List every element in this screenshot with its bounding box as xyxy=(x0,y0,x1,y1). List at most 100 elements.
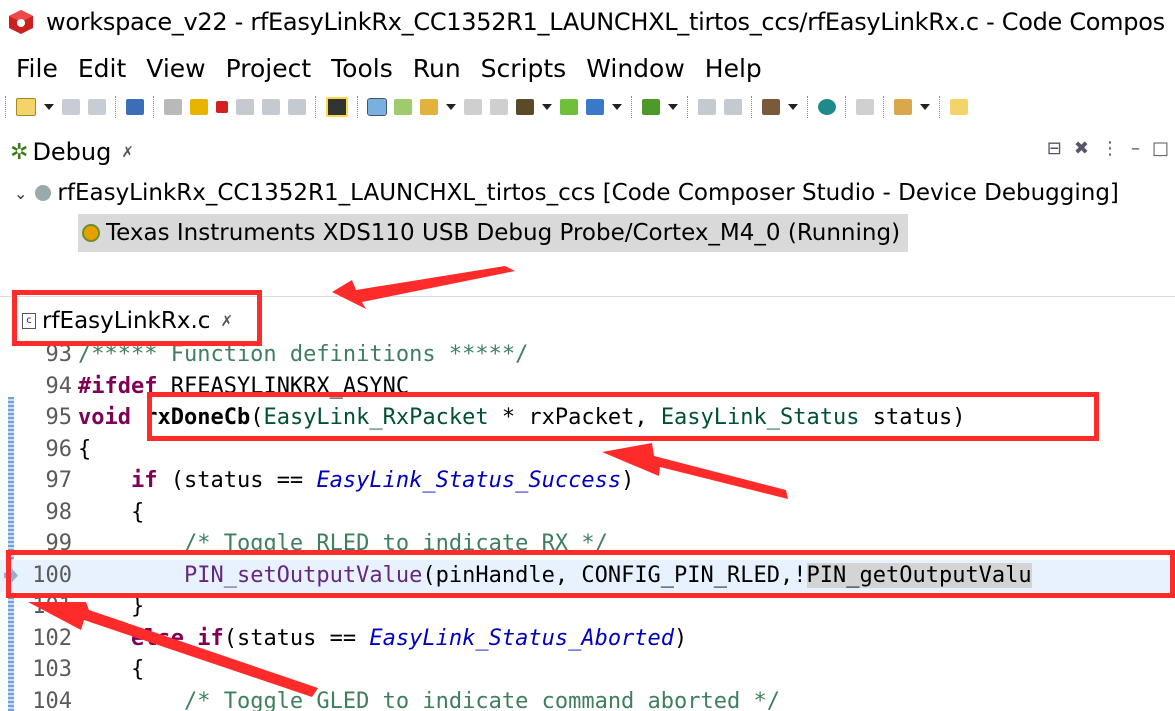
running-thread-icon xyxy=(82,224,100,242)
step-into-asm-icon[interactable] xyxy=(698,99,716,115)
remove-terminated-icon[interactable]: ✖ xyxy=(1074,138,1089,159)
line-number: 94 xyxy=(45,373,73,399)
tree-node-project[interactable]: ⌄ rfEasyLinkRx_CC1352R1_LAUNCHXL_tirtos_… xyxy=(14,180,1119,206)
code-line[interactable]: 95 void rxDoneCb(EasyLink_RxPacket * rxPa… xyxy=(0,402,1175,434)
step-into-icon[interactable] xyxy=(236,99,254,115)
maximize-icon[interactable]: □ xyxy=(1152,138,1169,159)
save-icon[interactable] xyxy=(62,99,80,115)
project-node-label: rfEasyLinkRx_CC1352R1_LAUNCHXL_tirtos_cc… xyxy=(57,180,1119,206)
menu-run[interactable]: Run xyxy=(413,54,461,83)
code-text: /* Toggle GLED to indicate command abort… xyxy=(78,686,780,711)
toolbar-separator xyxy=(357,96,359,118)
code-text: if (status == EasyLink_Status_Success) xyxy=(78,465,634,497)
save-all-icon[interactable] xyxy=(88,99,106,115)
search-icon[interactable] xyxy=(818,99,836,115)
code-line[interactable]: 104 /* Toggle GLED to indicate command a… xyxy=(0,686,1175,711)
new-dropdown-icon[interactable] xyxy=(44,104,54,110)
connect-icon[interactable] xyxy=(586,99,604,115)
code-line[interactable]: 93/***** Function definitions *****/ xyxy=(0,342,1175,371)
flash-icon[interactable] xyxy=(516,99,534,115)
code-token: #ifdef xyxy=(78,373,158,399)
editor-tab-rfeasylinkrx[interactable]: c rfEasyLinkRx.c ✗ xyxy=(14,301,234,341)
menu-view[interactable]: View xyxy=(146,54,205,83)
code-token: PIN_setOutputValue xyxy=(183,562,423,588)
menu-scripts[interactable]: Scripts xyxy=(481,54,567,83)
expand-chevron-icon[interactable]: ⌄ xyxy=(14,184,27,203)
resume-icon[interactable] xyxy=(164,99,182,115)
debug-bug-icon: ✲ xyxy=(10,139,29,165)
code-token: PIN_getOutputValu xyxy=(806,562,1032,588)
menu-help[interactable]: Help xyxy=(705,54,762,83)
menu-window[interactable]: Window xyxy=(586,54,685,83)
ccs-app-icon xyxy=(9,10,33,34)
console-icon[interactable] xyxy=(856,99,874,115)
new-icon[interactable] xyxy=(16,98,36,116)
flash-dropdown-icon[interactable] xyxy=(542,104,552,110)
tree-node-probe[interactable]: Texas Instruments XDS110 USB Debug Probe… xyxy=(78,214,909,252)
pen-dropdown-icon[interactable] xyxy=(920,104,930,110)
build-hammer-icon[interactable] xyxy=(762,99,780,115)
code-token: ) xyxy=(621,468,635,493)
debug-dropdown-icon[interactable] xyxy=(668,104,678,110)
menu-bar: File Edit View Project Tools Run Scripts Window… xyxy=(0,50,766,86)
code-token: /* Toggle GLED to indicate command abort… xyxy=(183,688,780,711)
code-token: /* Toggle RLED to indicate RX */ xyxy=(183,531,608,556)
code-token: { xyxy=(78,436,92,462)
terminate-icon[interactable] xyxy=(216,101,228,113)
suspend-icon[interactable] xyxy=(190,99,208,115)
toolbar-separator xyxy=(883,96,885,118)
step-over-icon[interactable] xyxy=(262,99,280,115)
code-line[interactable]: 103 { xyxy=(0,654,1175,686)
minimize-icon[interactable]: – xyxy=(1131,138,1140,159)
toolbar-separator xyxy=(5,96,7,118)
remove-breakpoints-icon[interactable] xyxy=(490,99,508,115)
code-token: EasyLink_Status_Success xyxy=(316,468,622,493)
register-view-icon[interactable] xyxy=(367,98,387,116)
menu-tools[interactable]: Tools xyxy=(331,54,393,83)
code-token: EasyLink_Status_Aborted xyxy=(369,625,675,651)
code-line[interactable]: 96{ xyxy=(0,434,1175,466)
build-dropdown-icon[interactable] xyxy=(788,104,798,110)
memory-grid-icon[interactable] xyxy=(326,97,348,117)
close-icon[interactable]: ✗ xyxy=(121,143,134,161)
menu-file[interactable]: File xyxy=(16,54,58,83)
debug-view: ✲ Debug ✗ ⊟ ✖ ⋮ – □ ⌄ rfEasyLinkRx_CC135… xyxy=(0,128,1175,292)
collapse-all-icon[interactable]: ⊟ xyxy=(1047,138,1062,159)
toolbar-separator xyxy=(845,96,847,118)
skip-breakpoints-icon[interactable] xyxy=(464,99,482,115)
view-menu-icon[interactable]: ⋮ xyxy=(1101,138,1119,159)
step-return-icon[interactable] xyxy=(288,99,306,115)
new-file-icon[interactable] xyxy=(950,99,968,115)
breakpoint-tool-icon[interactable] xyxy=(394,99,412,115)
code-line[interactable]: 97 if (status == EasyLink_Status_Success… xyxy=(0,465,1175,497)
code-line[interactable]: 101 } xyxy=(0,591,1175,623)
line-number: 104 xyxy=(32,688,72,711)
load-program-icon[interactable] xyxy=(420,99,438,115)
menu-project[interactable]: Project xyxy=(226,54,312,83)
code-text: } xyxy=(78,591,144,623)
debug-view-tab[interactable]: ✲ Debug ✗ xyxy=(10,138,134,166)
menu-edit[interactable]: Edit xyxy=(78,54,126,83)
code-line-current[interactable]: 100 PIN_setOutputValue(pinHandle, CONFIG… xyxy=(0,559,1175,592)
code-editor[interactable]: 93/***** Function definitions *****/94 #i… xyxy=(0,342,1175,711)
step-over-asm-icon[interactable] xyxy=(724,99,742,115)
launch-config-icon xyxy=(35,185,52,201)
debug-view-icon[interactable] xyxy=(126,99,144,115)
load-dropdown-icon[interactable] xyxy=(446,104,456,110)
code-text: { xyxy=(78,434,91,466)
main-toolbar xyxy=(0,90,1175,124)
run-icon[interactable] xyxy=(560,99,578,115)
code-line[interactable]: 94 #ifdef RFEASYLINKRX_ASYNC xyxy=(0,371,1175,403)
code-line[interactable]: 102 else if(status == EasyLink_Status_Ab… xyxy=(0,623,1175,655)
view-actions: ⊟ ✖ ⋮ – □ xyxy=(1041,138,1175,159)
debug-bug-icon[interactable] xyxy=(642,99,660,115)
connect-dropdown-icon[interactable] xyxy=(612,104,622,110)
pen-icon[interactable] xyxy=(894,99,912,115)
code-token: status) xyxy=(859,405,966,430)
close-icon[interactable]: ✗ xyxy=(220,312,233,330)
code-line[interactable]: 98 { xyxy=(0,497,1175,529)
toolbar-separator xyxy=(939,96,941,118)
code-line[interactable]: 99 /* Toggle RLED to indicate RX */ xyxy=(0,528,1175,560)
